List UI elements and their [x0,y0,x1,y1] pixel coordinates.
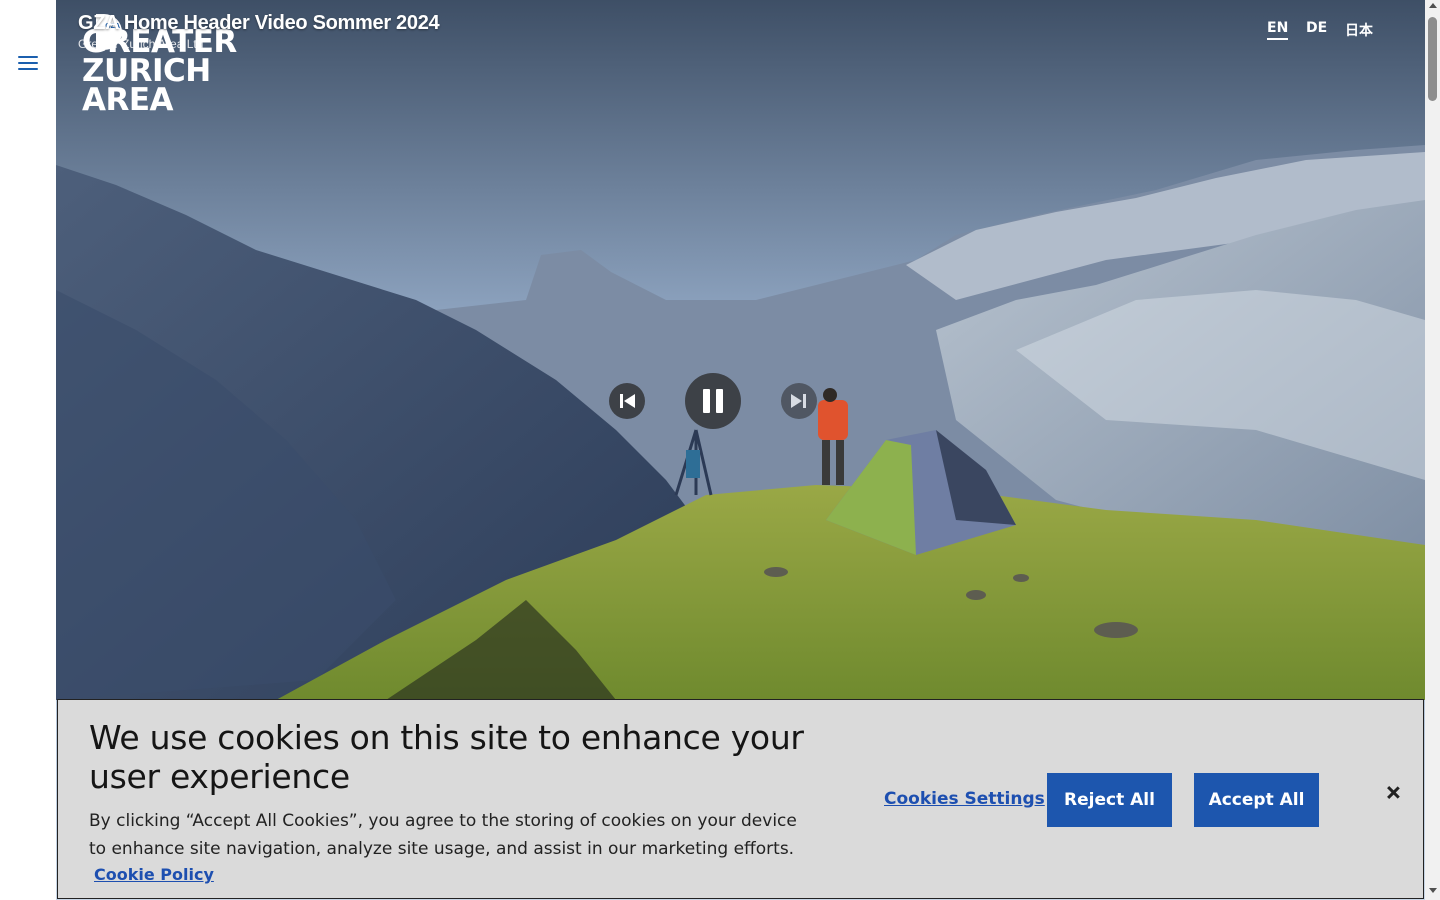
accept-all-button[interactable]: Accept All [1194,773,1319,827]
page-scrollbar[interactable] [1425,0,1440,900]
skip-previous-icon [620,394,635,408]
language-en[interactable]: EN [1267,20,1289,40]
reject-all-button[interactable]: Reject All [1047,773,1172,827]
hamburger-menu-icon[interactable] [18,55,38,71]
pause-button[interactable] [685,373,741,429]
pause-icon [703,389,723,413]
cookie-banner-description: By clicking “Accept All Cookies”, you ag… [89,811,797,859]
close-icon[interactable] [1384,784,1402,802]
cookies-settings-link[interactable]: Cookies Settings [884,789,1045,809]
side-navigation-strip [0,0,56,900]
cookie-consent-banner: We use cookies on this site to enhance y… [57,699,1424,899]
video-channel-name[interactable]: Greater Zurich Area Ltd [78,37,203,51]
scroll-up-arrow-icon[interactable] [1429,3,1437,8]
language-de[interactable]: DE [1306,20,1327,36]
language-ja[interactable]: 日本 [1345,20,1373,40]
skip-next-button[interactable] [781,383,817,419]
skip-previous-button[interactable] [609,383,645,419]
skip-next-icon [791,394,806,408]
scroll-down-arrow-icon[interactable] [1429,888,1437,893]
scrollbar-thumb[interactable] [1428,17,1437,101]
cookie-policy-link[interactable]: Cookie Policy [94,865,214,884]
logo-line-3: AREA [82,82,174,118]
cookie-banner-heading: We use cookies on this site to enhance y… [89,718,804,796]
video-title[interactable]: GZA Home Header Video Sommer 2024 [78,12,440,35]
